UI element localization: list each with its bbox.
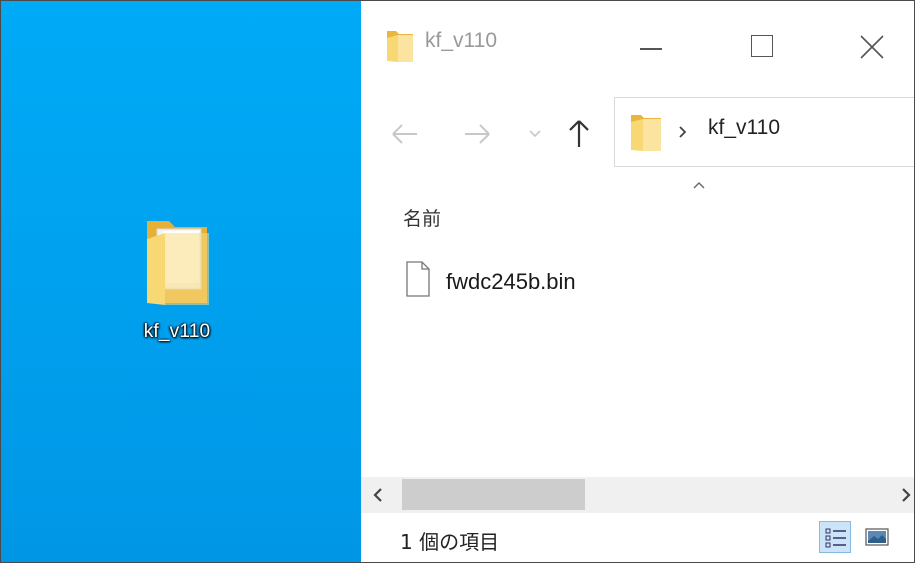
details-view-button[interactable] [819, 521, 851, 553]
folder-with-file-icon [147, 221, 209, 305]
maximize-button[interactable] [735, 23, 789, 71]
details-view-icon [825, 528, 846, 548]
window-title: kf_v110 [425, 29, 497, 52]
desktop-folder-shortcut[interactable]: kf_v110 [122, 211, 232, 343]
file-name: fwdc245b.bin [446, 269, 576, 294]
large-icons-view-icon [865, 528, 889, 546]
horizontal-scrollbar[interactable] [361, 477, 915, 513]
folder-icon [631, 115, 661, 151]
close-icon [860, 35, 884, 59]
scroll-left-arrow-icon[interactable] [369, 485, 389, 505]
sort-ascending-icon [693, 182, 705, 189]
chevron-down-icon [529, 130, 541, 138]
recent-locations-button[interactable] [524, 113, 546, 155]
arrow-right-icon [465, 124, 490, 144]
explorer-window: kf_v110 kf_v110 名前 fwdc245b.bin 1 個の項目 [361, 1, 915, 562]
scrollbar-thumb[interactable] [402, 479, 585, 510]
large-icons-view-button[interactable] [861, 521, 893, 553]
item-count: 1 個の項目 [400, 530, 500, 554]
folder-icon [387, 31, 413, 62]
arrow-left-icon [392, 124, 417, 144]
address-bar[interactable]: kf_v110 [614, 97, 914, 167]
file-icon [406, 261, 430, 297]
scroll-right-arrow-icon[interactable] [895, 485, 915, 505]
back-button[interactable] [387, 113, 423, 155]
up-button[interactable] [561, 113, 597, 155]
title-bar[interactable]: kf_v110 [361, 1, 914, 93]
column-header-name[interactable]: 名前 [403, 204, 441, 231]
list-item[interactable]: fwdc245b.bin [405, 259, 785, 303]
arrow-up-icon [569, 120, 589, 147]
status-bar: 1 個の項目 [361, 513, 914, 562]
desktop-icon-label: kf_v110 [143, 321, 211, 342]
address-path-segment[interactable]: kf_v110 [708, 116, 780, 140]
desktop: kf_v110 [1, 1, 361, 562]
screen: kf_v110 kf_v110 kf_v110 名前 fwdc245b.bin … [0, 0, 915, 563]
forward-button[interactable] [459, 113, 495, 155]
close-button[interactable] [845, 23, 899, 71]
minimize-button[interactable] [623, 23, 677, 71]
chevron-right-icon [679, 126, 687, 138]
